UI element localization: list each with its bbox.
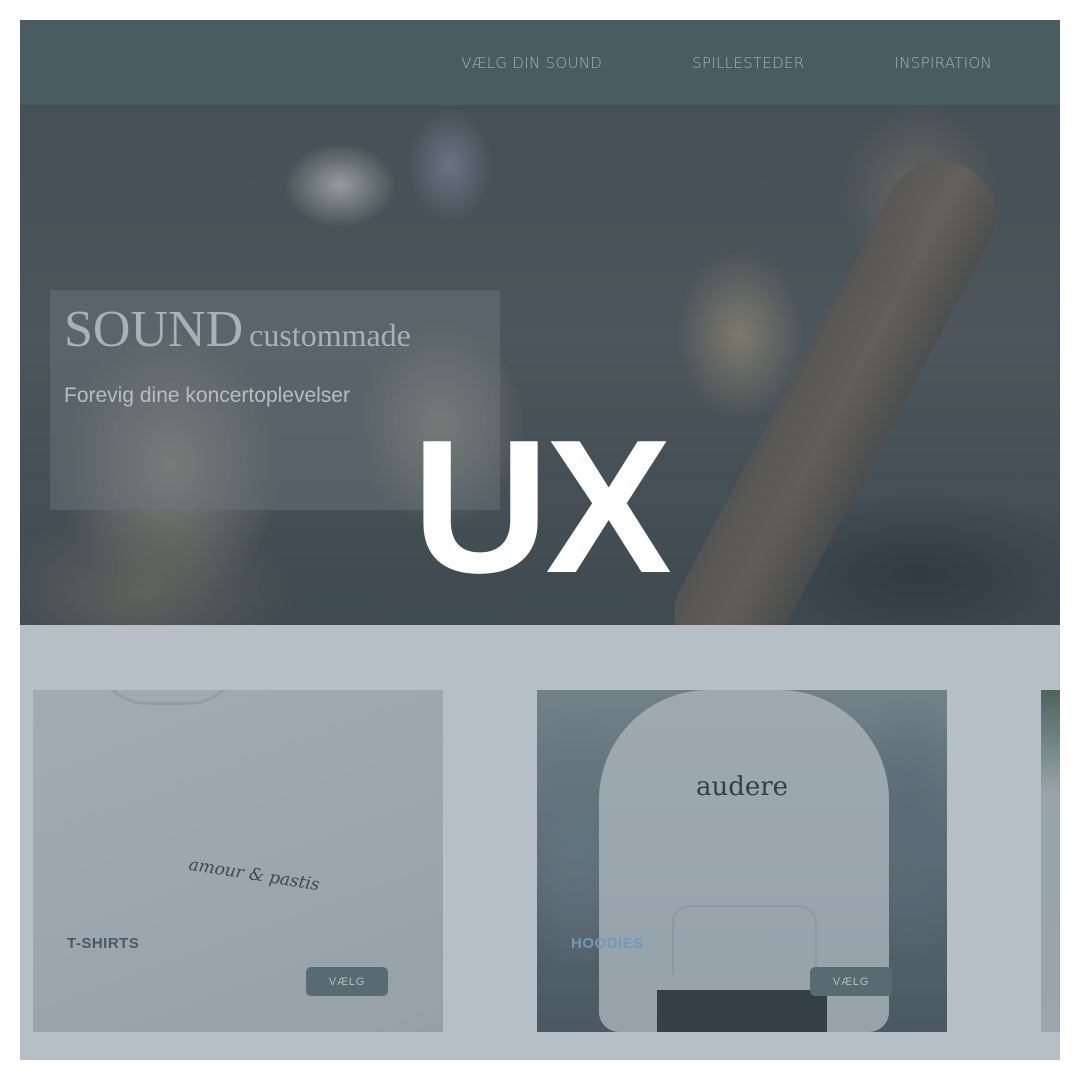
card-dim-overlay: [1041, 690, 1060, 1032]
nav-link-vaelg-din-sound[interactable]: VÆLG DIN SOUND: [461, 54, 602, 72]
hero-title-main: SOUND: [64, 301, 244, 358]
nav-link-inspiration[interactable]: INSPIRATION: [895, 54, 992, 72]
choose-hoodies-button[interactable]: VÆLG: [810, 967, 892, 996]
product-label-tshirts: T-SHIRTS: [67, 935, 140, 952]
product-card-hoodies[interactable]: audere HOODIES VÆLG: [537, 690, 947, 1032]
product-label-hoodies: HOODIES: [571, 935, 644, 952]
ux-overlay-text: UX: [412, 401, 672, 613]
nav-link-spillesteder[interactable]: SPILLESTEDER: [692, 54, 804, 72]
hero-title-accent: custommade: [249, 317, 411, 353]
hero-title: SOUND custommade: [64, 300, 411, 359]
product-card-tshirts[interactable]: amour & pastis T-SHIRTS VÆLG: [33, 690, 443, 1032]
top-nav: VÆLG DIN SOUND SPILLESTEDER INSPIRATION: [20, 20, 1060, 105]
hero-subtitle: Forevig dine koncertoplevelser: [64, 384, 350, 407]
product-card-partial[interactable]: [1041, 690, 1060, 1032]
product-section: amour & pastis T-SHIRTS VÆLG audere HOOD…: [20, 625, 1060, 1060]
choose-tshirts-button[interactable]: VÆLG: [306, 967, 388, 996]
